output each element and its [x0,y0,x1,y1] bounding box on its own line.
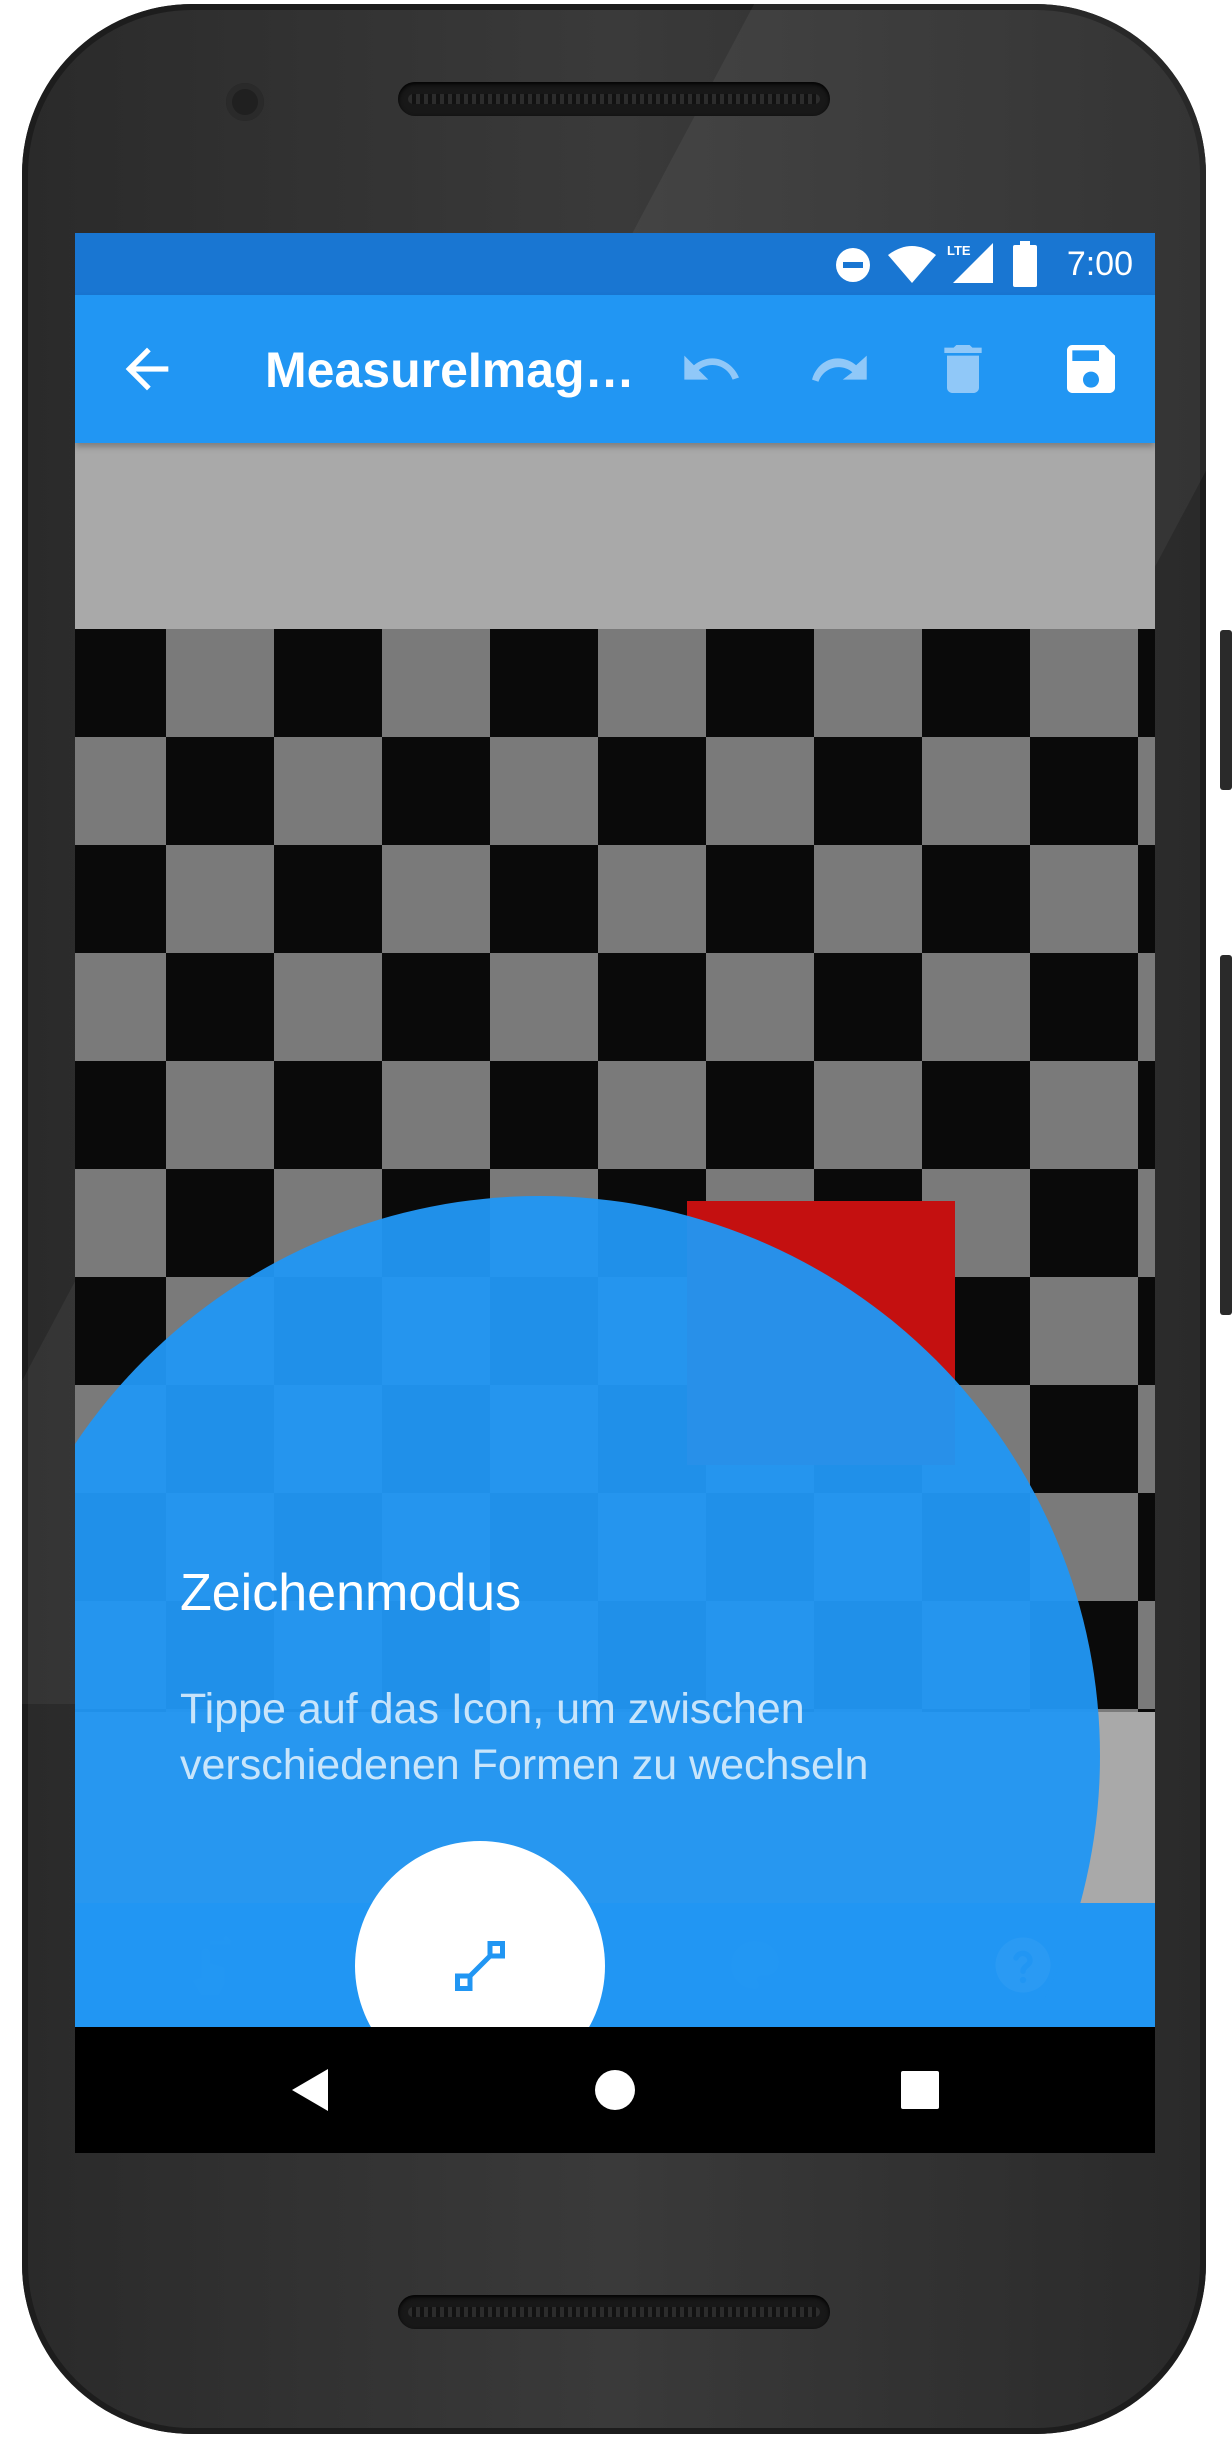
volume-button [1220,955,1232,1315]
back-triangle-icon[interactable] [290,2067,330,2113]
draw-mode-icon [455,1941,505,1991]
system-nav-bar [75,2027,1155,2153]
tutorial-body-line-1: Tippe auf das Icon, um zwischen [180,1685,805,1733]
status-time: 7:00 [1066,245,1133,283]
lte-signal-icon: LTE [947,243,993,283]
do-not-disturb-icon [836,248,870,282]
front-camera [226,83,264,121]
battery-icon [1013,241,1037,287]
tutorial-body-line-2: verschiedenen Formen zu wechseln [180,1741,869,1789]
device-screen: LTE 7:00 MeasureImag… Zeichenmodus Tippe… [75,233,1155,2153]
recents-square-icon[interactable] [901,2071,939,2109]
undo-icon[interactable] [679,337,743,401]
lte-label: LTE [947,243,971,258]
redo-icon[interactable] [807,337,871,401]
power-button [1220,630,1232,790]
tutorial-body: Tippe auf das Icon, um zwischen verschie… [180,1681,1000,1793]
page-title: MeasureImag… [265,342,635,398]
save-icon[interactable] [1059,337,1123,401]
delete-icon[interactable] [931,337,995,401]
tutorial-title: Zeichenmodus [180,1564,522,1622]
top-speaker [398,82,830,116]
wifi-icon [888,246,936,283]
app-toolbar: MeasureImag… [75,295,1155,443]
back-arrow-icon[interactable] [115,337,179,401]
home-circle-icon[interactable] [594,2069,636,2111]
status-bar: LTE 7:00 [75,233,1155,295]
bottom-speaker [398,2295,830,2329]
